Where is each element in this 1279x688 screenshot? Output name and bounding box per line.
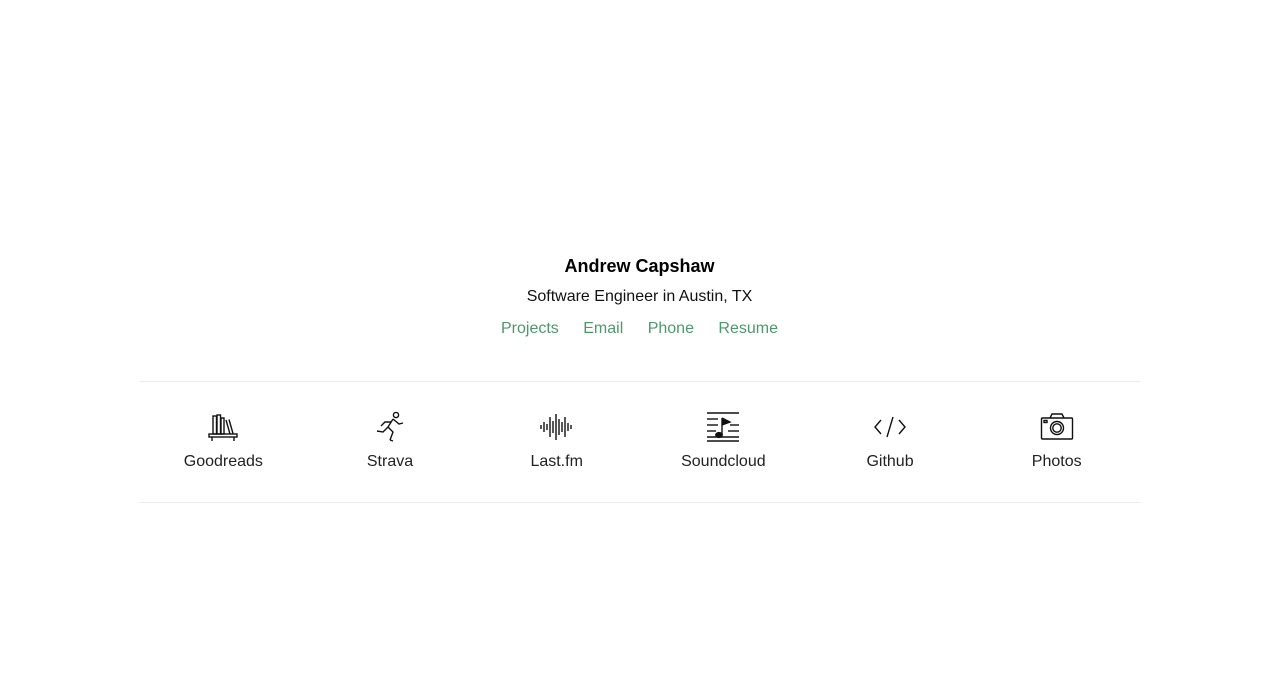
resume-link[interactable]: Resume [718,320,778,337]
profile-links: Projects Email Phone Resume [0,319,1279,339]
service-label: Last.fm [530,453,583,470]
phone-link[interactable]: Phone [648,320,694,337]
services-row: Goodreads Strava Last.fm Soundcloud Gith… [140,410,1140,480]
profile-header: Andrew Capshaw Software Engineer in Aust… [0,254,1279,339]
service-strava[interactable]: Strava [307,410,474,480]
service-label: Github [866,453,914,470]
service-label: Strava [366,453,414,470]
service-label: Goodreads [183,453,263,470]
divider-bottom [140,502,1140,503]
code-icon [872,410,908,444]
service-photos[interactable]: Photos [973,410,1140,480]
sound-wave-icon [539,410,575,444]
page: Andrew Capshaw Software Engineer in Aust… [0,0,1279,688]
service-soundcloud[interactable]: Soundcloud [640,410,807,480]
music-note-icon [705,410,741,444]
divider-top [140,381,1140,382]
profile-tagline: Software Engineer in Austin, TX [526,288,753,305]
camera-icon [1039,410,1075,444]
service-label: Photos [1031,453,1082,470]
service-github[interactable]: Github [807,410,974,480]
service-label: Soundcloud [681,453,766,470]
email-link[interactable]: Email [583,320,623,337]
bookshelf-icon [205,410,241,444]
profile-name: Andrew Capshaw [564,256,715,276]
projects-link[interactable]: Projects [501,320,559,337]
service-goodreads[interactable]: Goodreads [140,410,307,480]
service-lastfm[interactable]: Last.fm [473,410,640,480]
runner-icon [372,410,408,444]
